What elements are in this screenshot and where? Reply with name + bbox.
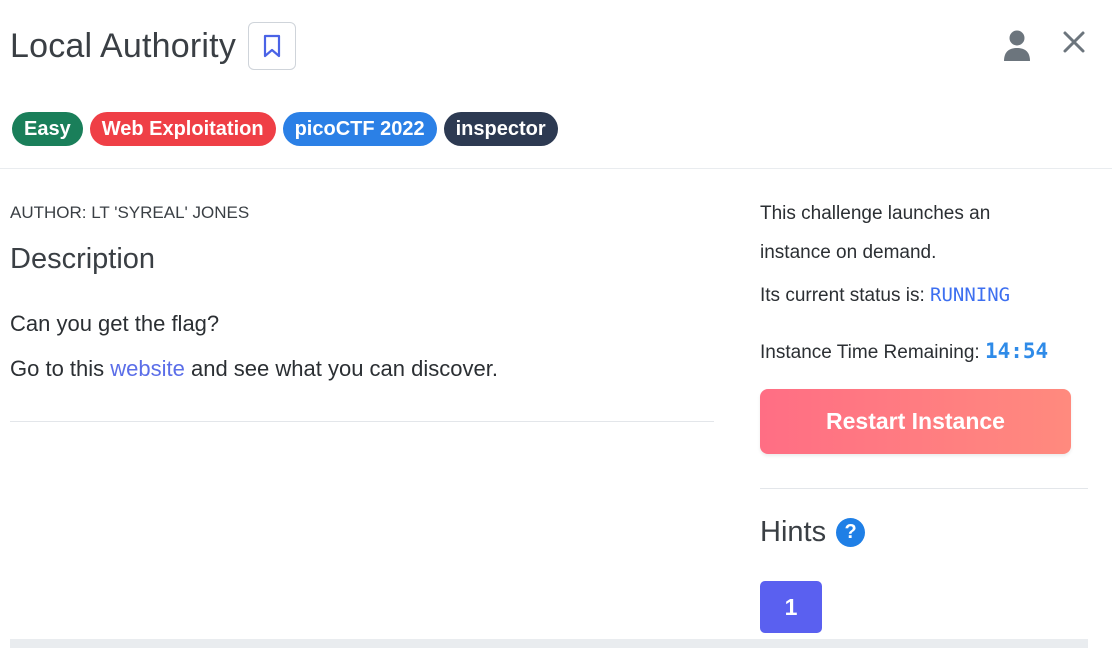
- instance-info-line2: instance on demand.: [760, 242, 937, 263]
- description-suffix: and see what you can discover.: [184, 356, 498, 381]
- title-row: Local Authority: [10, 22, 297, 70]
- close-icon[interactable]: [1060, 28, 1088, 56]
- tag-difficulty[interactable]: Easy: [12, 112, 83, 146]
- description-heading: Description: [10, 243, 156, 275]
- description-prefix: Go to this: [10, 356, 111, 381]
- description-text-link-line: Go to this website and see what you can …: [10, 356, 498, 382]
- user-icon[interactable]: [1001, 28, 1033, 62]
- time-remaining: 14:54: [984, 339, 1049, 363]
- challenge-author: AUTHOR: LT 'SYREAL' JONES: [10, 203, 250, 222]
- bookmark-button[interactable]: [248, 22, 297, 70]
- status-value: RUNNING: [930, 284, 1011, 306]
- challenge-header: Local Authority Easy Web Exploitation pi…: [0, 0, 1112, 169]
- hint-panel-edge: [10, 639, 1088, 648]
- time-label: Instance Time Remaining:: [760, 342, 985, 363]
- status-label: Its current status is:: [760, 285, 930, 306]
- instance-timer: Instance Time Remaining: 14:54: [760, 339, 1048, 364]
- divider: [10, 421, 714, 422]
- tag-topic[interactable]: inspector: [443, 112, 558, 146]
- instance-info-line1: This challenge launches an: [760, 203, 991, 224]
- restart-instance-button[interactable]: Restart Instance: [760, 389, 1071, 454]
- description-text: Can you get the flag?: [10, 311, 220, 336]
- challenge-title: Local Authority: [10, 26, 237, 65]
- tag-list: Easy Web Exploitation picoCTF 2022 inspe…: [12, 112, 558, 146]
- help-icon[interactable]: ?: [836, 518, 866, 547]
- divider: [760, 488, 1088, 489]
- hint-button-1[interactable]: 1: [760, 581, 822, 633]
- tag-event[interactable]: picoCTF 2022: [282, 112, 437, 146]
- challenge-page: Local Authority Easy Web Exploitation pi…: [0, 0, 1112, 648]
- hints-title: Hints: [760, 516, 827, 548]
- tag-category[interactable]: Web Exploitation: [89, 112, 276, 146]
- instance-status: Its current status is: RUNNING: [760, 284, 1010, 307]
- hints-header: Hints ?: [760, 516, 866, 549]
- bookmark-icon: [263, 34, 281, 58]
- website-link[interactable]: website: [110, 356, 185, 381]
